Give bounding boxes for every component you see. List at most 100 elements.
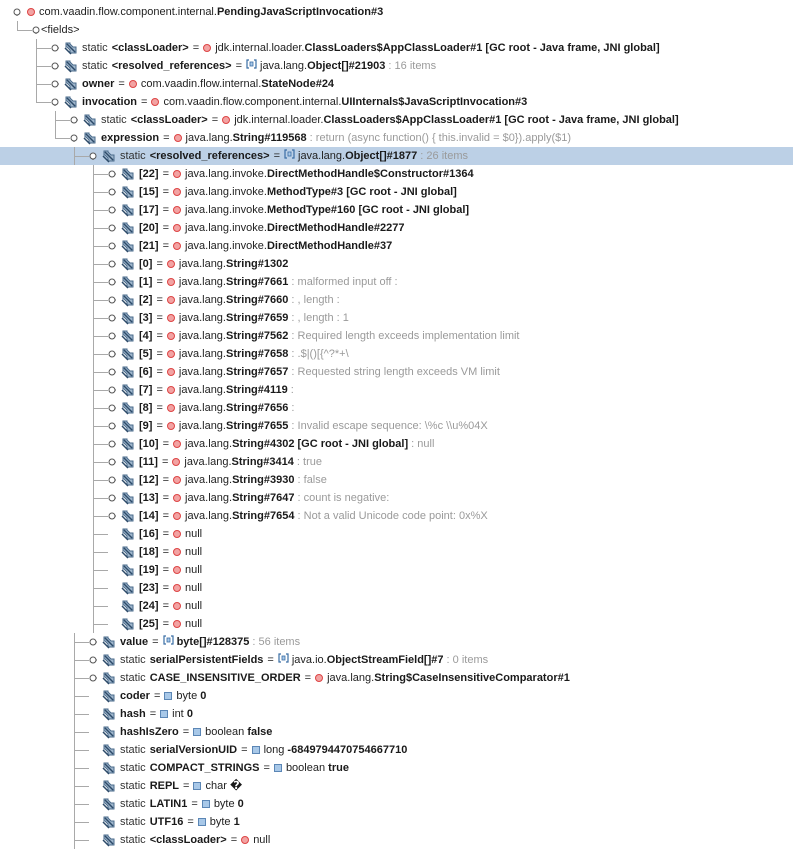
- expand-toggle-icon[interactable]: [108, 386, 116, 394]
- tree-row[interactable]: [1] = java.lang. String#7661 : malformed in…: [0, 273, 793, 291]
- expand-toggle-icon[interactable]: [89, 674, 97, 682]
- tree-row[interactable]: [19] = null: [0, 561, 793, 579]
- variables-tree: com.vaadin.flow.component.internal. Pendi…: [0, 3, 793, 849]
- tree-row[interactable]: [16] = null: [0, 525, 793, 543]
- expand-toggle-icon[interactable]: [108, 314, 116, 322]
- tree-row[interactable]: static serialPersistentFields = java.io. Obj…: [0, 651, 793, 669]
- field-icon: [121, 617, 135, 631]
- equals-sign: =: [156, 276, 163, 288]
- expand-toggle-icon[interactable]: [108, 242, 116, 250]
- value-type: String#7647: [232, 492, 295, 504]
- collapse-toggle-icon[interactable]: [51, 98, 59, 106]
- tree-row-content: [18] = null: [121, 543, 202, 561]
- expand-toggle-icon[interactable]: [108, 260, 116, 268]
- expand-toggle-icon[interactable]: [108, 206, 116, 214]
- expand-toggle-icon[interactable]: [108, 170, 116, 178]
- value-text: byte: [213, 798, 238, 810]
- tree-row[interactable]: [11] = java.lang. String#3414 : true: [0, 453, 793, 471]
- collapse-toggle-icon[interactable]: [32, 26, 40, 34]
- object-icon: [166, 332, 175, 340]
- tree-row[interactable]: [24] = null: [0, 597, 793, 615]
- tree-row[interactable]: [9] = java.lang. String#7655 : Invalid esca…: [0, 417, 793, 435]
- value-type: 0: [200, 690, 207, 702]
- expand-toggle-icon[interactable]: [70, 116, 78, 124]
- expand-toggle-icon[interactable]: [108, 404, 116, 412]
- tree-row[interactable]: static serialVersionUID = long -68497944707…: [0, 741, 793, 759]
- tree-row[interactable]: static <classLoader> = jdk.internal.loader.…: [0, 39, 793, 57]
- tree-row[interactable]: [18] = null: [0, 543, 793, 561]
- tree-row[interactable]: static <classLoader> = null: [0, 831, 793, 849]
- expand-toggle-icon[interactable]: [89, 638, 97, 646]
- tree-row-content: [14] = java.lang. String#7654 : Not a valid…: [121, 507, 488, 525]
- tree-row[interactable]: static CASE_INSENSITIVE_ORDER = java.lang. S…: [0, 669, 793, 687]
- tree-row[interactable]: [7] = java.lang. String#4119 :: [0, 381, 793, 399]
- tree-row[interactable]: [22] = java.lang.invoke. DirectMethodHandle…: [0, 165, 793, 183]
- tree-row[interactable]: [20] = java.lang.invoke. DirectMethodHandle…: [0, 219, 793, 237]
- collapse-toggle-icon[interactable]: [13, 8, 21, 16]
- tree-row[interactable]: com.vaadin.flow.component.internal. Pendi…: [0, 3, 793, 21]
- tree-row[interactable]: [25] = null: [0, 615, 793, 633]
- expand-toggle-icon[interactable]: [108, 512, 116, 520]
- tree-row[interactable]: [17] = java.lang.invoke. MethodType#160 [GC…: [0, 201, 793, 219]
- tree-row[interactable]: static <resolved_references> = java.lang. Ob…: [0, 147, 793, 165]
- tree-row[interactable]: [10] = java.lang. String#4302 [GC root - JN…: [0, 435, 793, 453]
- expand-toggle-icon[interactable]: [108, 224, 116, 232]
- tree-row[interactable]: static UTF16 = byte 1: [0, 813, 793, 831]
- expand-toggle-icon[interactable]: [108, 422, 116, 430]
- equals-sign: =: [162, 438, 169, 450]
- expand-toggle-icon[interactable]: [51, 44, 59, 52]
- collapse-toggle-icon[interactable]: [70, 134, 78, 142]
- tree-row[interactable]: [2] = java.lang. String#7660 : , length :: [0, 291, 793, 309]
- tree-row[interactable]: <fields>: [0, 21, 793, 39]
- tree-row[interactable]: static LATIN1 = byte 0: [0, 795, 793, 813]
- tree-row[interactable]: [8] = java.lang. String#7656 :: [0, 399, 793, 417]
- tree-row[interactable]: static COMPACT_STRINGS = boolean true: [0, 759, 793, 777]
- tree-row[interactable]: expression = java.lang. String#119568 : ret…: [0, 129, 793, 147]
- tree-row[interactable]: [15] = java.lang.invoke. MethodType#3 [GC r…: [0, 183, 793, 201]
- expand-toggle-icon[interactable]: [108, 476, 116, 484]
- tree-row[interactable]: invocation = com.vaadin.flow.component.int…: [0, 93, 793, 111]
- expand-toggle-icon[interactable]: [108, 494, 116, 502]
- tree-row[interactable]: [14] = java.lang. String#7654 : Not a valid…: [0, 507, 793, 525]
- tree-row[interactable]: value = byte[]#128375 : 56 items: [0, 633, 793, 651]
- expand-toggle-icon[interactable]: [89, 656, 97, 664]
- expand-toggle-icon[interactable]: [108, 350, 116, 358]
- tree-row[interactable]: [0] = java.lang. String#1302: [0, 255, 793, 273]
- expand-toggle-icon[interactable]: [51, 62, 59, 70]
- tree-row[interactable]: static REPL = char �: [0, 777, 793, 795]
- expand-toggle-icon[interactable]: [108, 440, 116, 448]
- tree-row[interactable]: hashIsZero = boolean false: [0, 723, 793, 741]
- tree-row[interactable]: owner = com.vaadin.flow.internal. StateNode…: [0, 75, 793, 93]
- value-type: String#4302 [GC root - JNI global]: [232, 438, 409, 450]
- expand-toggle-icon[interactable]: [108, 332, 116, 340]
- tree-row[interactable]: [23] = null: [0, 579, 793, 597]
- tree-row[interactable]: [13] = java.lang. String#7647 : count is ne…: [0, 489, 793, 507]
- tree-row[interactable]: hash = int 0: [0, 705, 793, 723]
- expand-toggle-icon[interactable]: [108, 278, 116, 286]
- object-icon: [173, 440, 181, 448]
- field-icon: [102, 779, 116, 793]
- tree-row[interactable]: [3] = java.lang. String#7659 : , length : 1: [0, 309, 793, 327]
- tree-branch-line: [93, 336, 108, 337]
- expand-toggle-icon[interactable]: [108, 296, 116, 304]
- field-icon: [102, 653, 116, 667]
- tree-row[interactable]: [21] = java.lang.invoke. DirectMethodHandle…: [0, 237, 793, 255]
- tree-row[interactable]: static <resolved_references> = java.lang. Ob…: [0, 57, 793, 75]
- tree-branch-line: [93, 372, 108, 373]
- tree-row[interactable]: coder = byte 0: [0, 687, 793, 705]
- tree-row[interactable]: [12] = java.lang. String#3930 : false: [0, 471, 793, 489]
- tree-row[interactable]: static <classLoader> = jdk.internal.loader.…: [0, 111, 793, 129]
- expand-toggle-icon[interactable]: [108, 458, 116, 466]
- expand-toggle-icon[interactable]: [108, 188, 116, 196]
- tree-row-content: value = byte[]#128375 : 56 items: [102, 633, 300, 651]
- expand-toggle-icon[interactable]: [108, 368, 116, 376]
- collapse-toggle-icon[interactable]: [89, 152, 97, 160]
- tree-row[interactable]: [4] = java.lang. String#7562 : Required len…: [0, 327, 793, 345]
- tree-branch-line: [74, 750, 89, 751]
- equals-sign: =: [156, 294, 163, 306]
- expand-toggle-icon[interactable]: [51, 80, 59, 88]
- primitive-icon: [193, 728, 202, 736]
- tree-row[interactable]: [6] = java.lang. String#7657 : Requested st…: [0, 363, 793, 381]
- value-preview: : , length :: [288, 294, 343, 306]
- tree-row[interactable]: [5] = java.lang. String#7658 : .$|()[{^?*+\: [0, 345, 793, 363]
